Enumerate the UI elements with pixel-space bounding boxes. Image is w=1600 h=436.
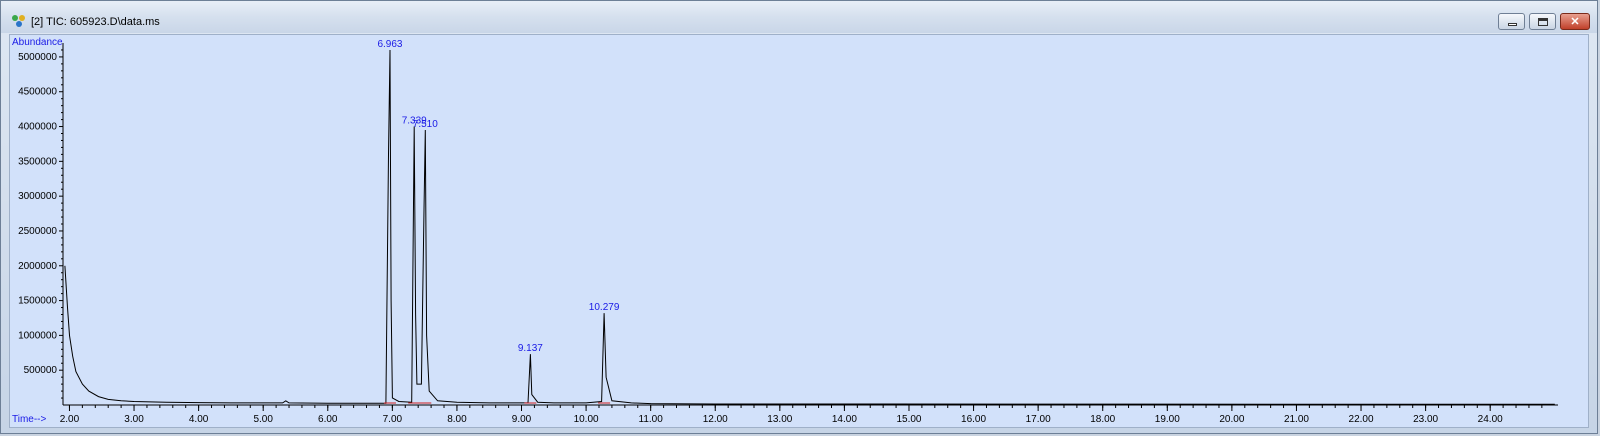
x-tick-label: 15.00	[896, 414, 921, 425]
x-axis-label: Time-->	[12, 414, 47, 425]
x-tick-label: 6.00	[318, 414, 338, 425]
x-tick-label: 18.00	[1090, 414, 1115, 425]
x-tick-label: 20.00	[1219, 414, 1244, 425]
x-tick-label: 22.00	[1349, 414, 1374, 425]
chromatogram-app-icon	[12, 15, 25, 27]
x-tick-label: 21.00	[1284, 414, 1309, 425]
x-tick-label: 4.00	[189, 414, 209, 425]
y-tick-label: 4500000	[18, 87, 57, 98]
y-tick-label: 500000	[24, 365, 58, 376]
x-tick-label: 13.00	[767, 414, 792, 425]
tic-series-line	[64, 49, 1555, 405]
minimize-icon	[1508, 23, 1517, 26]
y-tick-label: 3500000	[18, 156, 57, 167]
peak-label: 6.963	[377, 39, 402, 50]
maximize-icon	[1538, 18, 1548, 26]
title-bar[interactable]: [2] TIC: 605923.D\data.ms ✕	[1, 1, 1597, 33]
y-tick-label: 1000000	[18, 330, 57, 341]
y-axis-label: Abundance	[12, 37, 63, 48]
y-tick-label: 5000000	[18, 52, 57, 63]
y-ticks: 500000 1000000 1500000 2000000 2500000 300000…	[18, 49, 63, 399]
x-tick-label: 5.00	[253, 414, 273, 425]
y-tick-label: 4000000	[18, 122, 57, 133]
peak-label: 7.510	[413, 119, 438, 130]
x-tick-label: 10.00	[574, 414, 599, 425]
axes	[62, 43, 1558, 406]
peak-label: 10.279	[589, 302, 620, 313]
tic-trace	[64, 49, 1555, 405]
x-tick-label: 11.00	[639, 414, 664, 425]
chromatogram-window: [2] TIC: 605923.D\data.ms ✕ Abundance Ti…	[0, 0, 1598, 434]
peak-label: 9.137	[518, 343, 543, 354]
chromatogram-chart[interactable]: Abundance Time--> 500000 1000000 1500000 20…	[10, 35, 1588, 427]
y-tick-label: 3000000	[18, 191, 57, 202]
close-button[interactable]: ✕	[1560, 13, 1590, 30]
x-tick-label: 19.00	[1155, 414, 1180, 425]
y-tick-label: 2500000	[18, 226, 57, 237]
x-tick-label: 12.00	[703, 414, 728, 425]
maximize-button[interactable]	[1529, 13, 1556, 30]
x-tick-label: 17.00	[1026, 414, 1051, 425]
chromatogram-plot[interactable]: Abundance Time--> 500000 1000000 1500000 20…	[9, 34, 1589, 428]
x-ticks: 2.00 3.00 4.00 5.00 6.00 7.00 8.00 9.00 10.00 11.…	[60, 405, 1543, 425]
x-tick-label: 9.00	[512, 414, 532, 425]
y-tick-label: 2000000	[18, 261, 57, 272]
close-icon: ✕	[1570, 16, 1580, 28]
y-tick-label: 1500000	[18, 296, 57, 307]
x-tick-label: 16.00	[961, 414, 986, 425]
x-tick-label: 3.00	[124, 414, 144, 425]
minimize-button[interactable]	[1498, 13, 1525, 30]
x-tick-label: 14.00	[832, 414, 857, 425]
x-tick-label: 2.00	[60, 414, 80, 425]
x-tick-label: 7.00	[383, 414, 403, 425]
x-tick-label: 8.00	[447, 414, 467, 425]
x-tick-label: 24.00	[1478, 414, 1503, 425]
window-title: [2] TIC: 605923.D\data.ms	[31, 16, 160, 28]
x-tick-label: 23.00	[1413, 414, 1438, 425]
